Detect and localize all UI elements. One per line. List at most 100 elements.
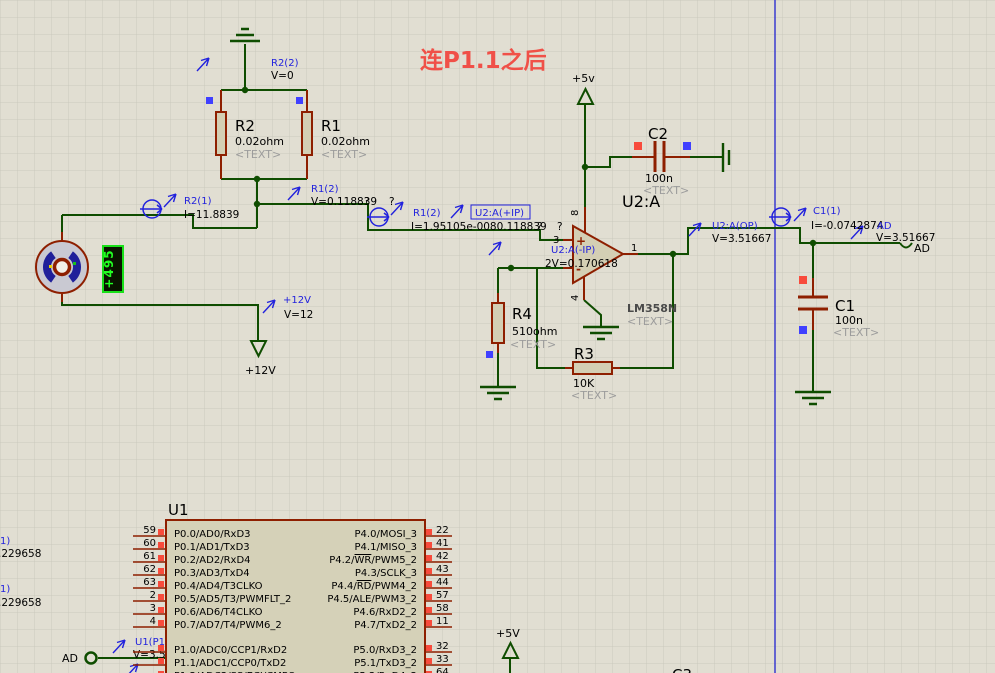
motor-terminal-dot-left — [49, 265, 52, 268]
opamp-pin1-number: 1 — [631, 243, 637, 254]
mcu-pin-label: P4.0/MOSI_3 — [355, 529, 417, 540]
mcu-pin-number: 4 — [150, 616, 156, 627]
edge-probe-value-top: .229658 — [0, 548, 41, 560]
mcu-pin-number: 33 — [436, 654, 449, 665]
mcu-pin-label: P5.1/TxD3_2 — [354, 658, 417, 669]
mcu-pin-label: P4.2/WR/PWM5_2 — [329, 555, 417, 566]
probe-value-op: V=3.51667 — [712, 233, 771, 245]
mcu-pin-number: 2 — [150, 590, 156, 601]
motor-rpm-value: +495 — [102, 249, 116, 288]
mcu-pin-marker — [158, 645, 164, 651]
probe-label-op: U2:A(OP) — [712, 221, 758, 232]
c1-marker-red — [799, 276, 807, 284]
mcu-pin-marker — [426, 555, 432, 561]
mcu-pin-marker — [158, 581, 164, 587]
mcu-pin-marker — [158, 568, 164, 574]
mcu-pin-marker — [158, 607, 164, 613]
r2-body[interactable] — [216, 112, 226, 155]
r4-ref: R4 — [512, 305, 532, 323]
r1-text-placeholder: <TEXT> — [321, 148, 367, 161]
mcu-pin-marker — [158, 542, 164, 548]
probe-value-r1-2i: I=1.95105e-0080.118839 — [411, 221, 547, 233]
probe-label-c1-1: C1(1) — [813, 206, 841, 217]
mcu-pin-label: P0.0/AD0/RxD3 — [174, 529, 251, 540]
mcu-pin-label: P0.2/AD2/RxD4 — [174, 555, 251, 566]
mcu-pin-number: 11 — [436, 616, 449, 627]
annotation-text: 连P1.1之后 — [420, 47, 547, 74]
schematic-canvas: +495 + - 3 1 8 4 — [0, 0, 995, 673]
mcu-pin-marker — [426, 607, 432, 613]
mcu-pin-number: 41 — [436, 538, 449, 549]
mcu-pin-label: P0.1/AD1/TxD3 — [174, 542, 250, 553]
probe-label-r2-1: R2(1) — [184, 196, 212, 207]
probe-value-nip: 2V=0.170618 — [545, 258, 618, 270]
mcu-pin-marker — [426, 581, 432, 587]
proteus-schematic: +495 + - 3 1 8 4 — [0, 0, 995, 673]
probe-label-r1-2v: R1(2) — [311, 184, 339, 195]
probe-label-r2-2: R2(2) — [271, 58, 299, 69]
probe-label-pip: U2:A(+IP) — [475, 208, 524, 219]
mcu-pin-marker — [158, 555, 164, 561]
junction-dot — [508, 265, 514, 271]
r3-ref: R3 — [574, 345, 594, 363]
mcu-pin-label: P5.0/RxD3_2 — [353, 645, 417, 656]
mcu-pin-number: 62 — [143, 564, 156, 575]
junction-dot — [810, 240, 816, 246]
r4-marker-blue — [486, 351, 493, 358]
r4-body[interactable] — [492, 303, 504, 343]
c1-ref: C1 — [835, 297, 855, 315]
mcu-pin-number: 57 — [436, 590, 449, 601]
mcu-pin-marker — [426, 645, 432, 651]
mcu-pin-number: 60 — [143, 538, 156, 549]
mcu-pin-marker — [158, 658, 164, 664]
mcu-pin-marker — [426, 658, 432, 664]
mcu-pin-marker — [426, 620, 432, 626]
mcu-pin-label: P4.1/MISO_3 — [355, 542, 417, 553]
c2-text-placeholder: <TEXT> — [643, 184, 689, 197]
opamp-text-placeholder: <TEXT> — [627, 315, 673, 328]
mcu-pin-number: 63 — [143, 577, 156, 588]
mcu-pin-marker — [158, 529, 164, 535]
v12-terminal-label: +12V — [245, 364, 276, 377]
vcc-bottom-label: +5V — [496, 627, 520, 640]
ad-left-terminal-label: AD — [62, 652, 78, 665]
probe-value-c1-1: I=-0.0742874 — [811, 220, 884, 232]
r1-body[interactable] — [302, 112, 312, 155]
mcu-pin-number: 3 — [150, 603, 156, 614]
mcu-pin-number: 64 — [436, 667, 449, 673]
mcu-pin-label: P0.3/AD3/TxD4 — [174, 568, 250, 579]
overlap-artifact: ? — [389, 196, 395, 208]
ad-right-terminal-label: AD — [914, 242, 930, 255]
junction-dot — [254, 201, 260, 207]
junction-dot — [242, 87, 248, 93]
mcu-pin-label: P4.4/RD/PWM4_2 — [331, 581, 417, 592]
vcc-top-label: +5v — [572, 72, 595, 85]
resistor-r3[interactable] — [565, 362, 620, 374]
c2-marker-blue — [683, 142, 691, 150]
edge-probe-label-bottom: 1) — [0, 584, 10, 595]
mcu-pin-number: 44 — [436, 577, 449, 588]
r1-value: 0.02ohm — [321, 135, 370, 148]
mcu-pin-marker — [158, 620, 164, 626]
opamp-pin4-number: 4 — [570, 295, 581, 301]
r4-text-placeholder: <TEXT> — [510, 338, 556, 351]
mcu-pin-label: P0.5/AD5/T3/PWMFLT_2 — [174, 594, 291, 605]
mcu-pin-label: P1.1/ADC1/CCP0/TxD2 — [174, 658, 286, 669]
probe-value-12v: V=12 — [284, 309, 313, 321]
mcu-pin-marker — [426, 529, 432, 535]
r2-value: 0.02ohm — [235, 135, 284, 148]
r1-ref: R1 — [321, 117, 341, 135]
c3-ref-clipped: C3 — [672, 666, 692, 673]
overlap-artifact: ? — [364, 196, 370, 208]
mcu-pin-label: P4.3/SCLK_3 — [355, 568, 417, 579]
mcu-pin-number: 59 — [143, 525, 156, 536]
mcu-pin-marker — [426, 568, 432, 574]
mcu-pin-number: 32 — [436, 641, 449, 652]
c2-marker-red — [634, 142, 642, 150]
opamp-pin8-number: 8 — [570, 210, 581, 216]
opamp-part: LM358N — [627, 302, 677, 315]
resistor-r4[interactable] — [492, 293, 504, 353]
r3-body[interactable] — [573, 362, 612, 374]
c2-ref: C2 — [648, 125, 668, 143]
overlap-artifact: ? — [557, 221, 563, 233]
